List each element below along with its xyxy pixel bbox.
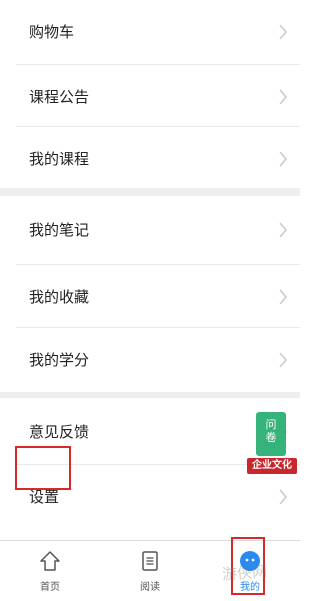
tab-label: 阅读 (140, 582, 160, 593)
chevron-right-icon (279, 352, 287, 368)
menu-item-label: 我的课程 (29, 150, 90, 168)
chevron-right-icon (279, 89, 287, 105)
menu-item-label: 购物车 (29, 23, 75, 41)
menu-item-label: 课程公告 (29, 88, 90, 106)
menu-item-label: 意见反馈 (29, 423, 90, 441)
menu-item-cart[interactable]: 购物车 (0, 0, 300, 64)
tab-label: 首页 (40, 582, 60, 593)
survey-label-line2: 卷 (265, 431, 277, 444)
menu-item-my-credits[interactable]: 我的学分 (0, 328, 300, 392)
menu-item-label: 我的学分 (29, 351, 90, 369)
tab-home[interactable]: 首页 (0, 541, 100, 601)
menu-item-label: 设置 (29, 488, 60, 506)
menu-item-my-favorites[interactable]: 我的收藏 (0, 265, 300, 329)
book-icon (139, 550, 161, 572)
survey-button[interactable]: 问 卷 (256, 412, 286, 456)
settings-highlight-box (15, 446, 71, 490)
tab-read[interactable]: 阅读 (100, 541, 200, 601)
chevron-right-icon (279, 289, 287, 305)
chevron-right-icon (279, 151, 287, 167)
menu-group-main: 购物车 课程公告 我的课程 (0, 0, 300, 190)
watermark: 游侠网 (221, 562, 268, 584)
menu-item-course-announcements[interactable]: 课程公告 (0, 65, 300, 129)
menu-item-label: 我的笔记 (29, 221, 90, 239)
group-separator (0, 188, 300, 196)
menu-group-personal: 我的笔记 我的收藏 我的学分 (0, 196, 300, 394)
home-icon (39, 550, 61, 572)
chevron-right-icon (279, 24, 287, 40)
menu-item-label: 我的收藏 (29, 288, 90, 306)
survey-label-line1: 问 (265, 418, 277, 431)
chevron-right-icon (279, 222, 287, 238)
menu-item-my-notes[interactable]: 我的笔记 (0, 198, 300, 262)
chevron-right-icon (279, 489, 287, 505)
brand-badge: 企业文化 (247, 458, 297, 474)
menu-item-my-courses[interactable]: 我的课程 (0, 127, 300, 191)
